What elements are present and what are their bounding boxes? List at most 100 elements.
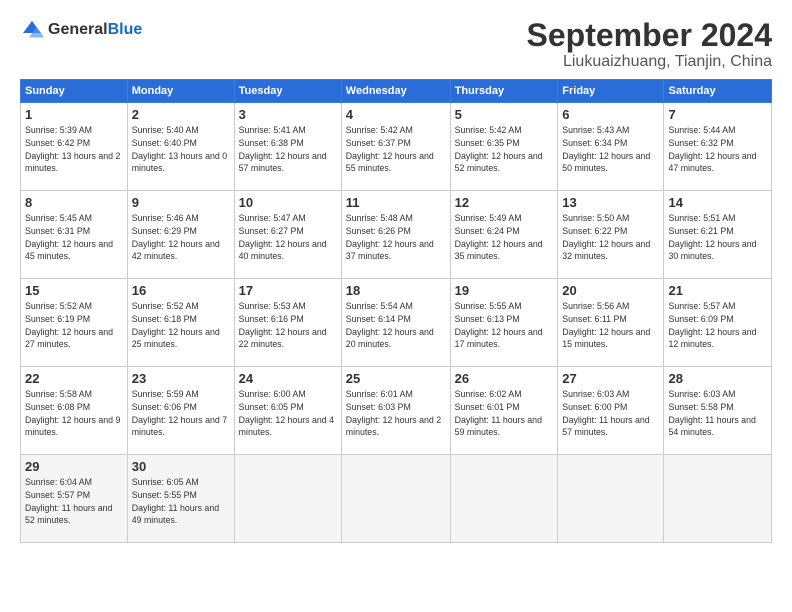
- day-info: Sunrise: 5:58 AMSunset: 6:08 PMDaylight:…: [25, 389, 120, 437]
- day-info: Sunrise: 5:48 AMSunset: 6:26 PMDaylight:…: [346, 213, 434, 261]
- day-number: 28: [668, 371, 767, 386]
- day-number: 18: [346, 283, 446, 298]
- day-number: 24: [239, 371, 337, 386]
- calendar-cell: [558, 455, 664, 543]
- day-number: 11: [346, 195, 446, 210]
- calendar-cell: 4Sunrise: 5:42 AMSunset: 6:37 PMDaylight…: [341, 103, 450, 191]
- calendar-cell: 21Sunrise: 5:57 AMSunset: 6:09 PMDayligh…: [664, 279, 772, 367]
- calendar-cell: 20Sunrise: 5:56 AMSunset: 6:11 PMDayligh…: [558, 279, 664, 367]
- calendar-cell: 28 Sunrise: 6:03 AMSunset: 5:58 PMDayligh…: [664, 367, 772, 455]
- day-number: 12: [455, 195, 554, 210]
- calendar-cell: [234, 455, 341, 543]
- logo: GeneralBlue: [20, 18, 142, 42]
- day-number: 6: [562, 107, 659, 122]
- day-info: Sunrise: 6:03 AMSunset: 6:00 PMDaylight:…: [562, 389, 649, 437]
- day-number: 30: [132, 459, 230, 474]
- day-number: 7: [668, 107, 767, 122]
- header-tuesday: Tuesday: [234, 80, 341, 103]
- calendar-cell: 12 Sunrise: 5:49 AMSunset: 6:24 PMDayligh…: [450, 191, 558, 279]
- calendar-week-row: 29 Sunrise: 6:04 AMSunset: 5:57 PMDayligh…: [21, 455, 772, 543]
- day-info: Sunrise: 5:46 AMSunset: 6:29 PMDaylight:…: [132, 213, 220, 261]
- day-number: 10: [239, 195, 337, 210]
- calendar-cell: 17 Sunrise: 5:53 AMSunset: 6:16 PMDayligh…: [234, 279, 341, 367]
- day-info: Sunrise: 5:43 AMSunset: 6:34 PMDaylight:…: [562, 125, 650, 173]
- calendar-cell: 10 Sunrise: 5:47 AMSunset: 6:27 PMDayligh…: [234, 191, 341, 279]
- calendar-week-row: 1 Sunrise: 5:39 AMSunset: 6:42 PMDaylight…: [21, 103, 772, 191]
- day-info: Sunrise: 6:01 AMSunset: 6:03 PMDaylight:…: [346, 389, 441, 437]
- calendar-cell: 7 Sunrise: 5:44 AMSunset: 6:32 PMDaylight…: [664, 103, 772, 191]
- day-info: Sunrise: 6:02 AMSunset: 6:01 PMDaylight:…: [455, 389, 542, 437]
- day-number: 22: [25, 371, 123, 386]
- day-number: 1: [25, 107, 123, 122]
- day-info: Sunrise: 5:49 AMSunset: 6:24 PMDaylight:…: [455, 213, 543, 261]
- day-info: Sunrise: 5:55 AMSunset: 6:13 PMDaylight:…: [455, 301, 543, 349]
- header-saturday: Saturday: [664, 80, 772, 103]
- day-number: 9: [132, 195, 230, 210]
- header: GeneralBlue September 2024 Liukuaizhuang…: [20, 18, 772, 71]
- calendar-cell: 3 Sunrise: 5:41 AMSunset: 6:38 PMDaylight…: [234, 103, 341, 191]
- day-number: 29: [25, 459, 123, 474]
- calendar-cell: 11 Sunrise: 5:48 AMSunset: 6:26 PMDayligh…: [341, 191, 450, 279]
- header-sunday: Sunday: [21, 80, 128, 103]
- day-info: Sunrise: 6:00 AMSunset: 6:05 PMDaylight:…: [239, 389, 334, 437]
- logo-general: General: [48, 21, 108, 38]
- calendar-cell: 23Sunrise: 5:59 AMSunset: 6:06 PMDayligh…: [127, 367, 234, 455]
- day-info: Sunrise: 5:51 AMSunset: 6:21 PMDaylight:…: [668, 213, 756, 261]
- header-thursday: Thursday: [450, 80, 558, 103]
- calendar-cell: 13Sunrise: 5:50 AMSunset: 6:22 PMDayligh…: [558, 191, 664, 279]
- day-info: Sunrise: 5:40 AMSunset: 6:40 PMDaylight:…: [132, 125, 227, 173]
- calendar-cell: 8Sunrise: 5:45 AMSunset: 6:31 PMDaylight…: [21, 191, 128, 279]
- calendar-cell: 15Sunrise: 5:52 AMSunset: 6:19 PMDayligh…: [21, 279, 128, 367]
- day-info: Sunrise: 5:53 AMSunset: 6:16 PMDaylight:…: [239, 301, 327, 349]
- day-number: 3: [239, 107, 337, 122]
- calendar-cell: 29 Sunrise: 6:04 AMSunset: 5:57 PMDayligh…: [21, 455, 128, 543]
- day-number: 17: [239, 283, 337, 298]
- day-number: 15: [25, 283, 123, 298]
- page: GeneralBlue September 2024 Liukuaizhuang…: [0, 0, 792, 612]
- calendar-cell: [450, 455, 558, 543]
- header-monday: Monday: [127, 80, 234, 103]
- day-info: Sunrise: 5:52 AMSunset: 6:18 PMDaylight:…: [132, 301, 220, 349]
- day-info: Sunrise: 5:47 AMSunset: 6:27 PMDaylight:…: [239, 213, 327, 261]
- day-number: 13: [562, 195, 659, 210]
- day-info: Sunrise: 6:04 AMSunset: 5:57 PMDaylight:…: [25, 477, 112, 525]
- calendar-week-row: 15Sunrise: 5:52 AMSunset: 6:19 PMDayligh…: [21, 279, 772, 367]
- day-number: 25: [346, 371, 446, 386]
- calendar-cell: 24 Sunrise: 6:00 AMSunset: 6:05 PMDayligh…: [234, 367, 341, 455]
- day-info: Sunrise: 6:05 AMSunset: 5:55 PMDaylight:…: [132, 477, 219, 525]
- calendar-cell: 6 Sunrise: 5:43 AMSunset: 6:34 PMDaylight…: [558, 103, 664, 191]
- calendar-week-row: 22 Sunrise: 5:58 AMSunset: 6:08 PMDayligh…: [21, 367, 772, 455]
- calendar-cell: [664, 455, 772, 543]
- day-info: Sunrise: 6:03 AMSunset: 5:58 PMDaylight:…: [668, 389, 755, 437]
- header-wednesday: Wednesday: [341, 80, 450, 103]
- day-number: 27: [562, 371, 659, 386]
- logo-icon: [20, 18, 44, 42]
- day-number: 2: [132, 107, 230, 122]
- day-info: Sunrise: 5:39 AMSunset: 6:42 PMDaylight:…: [25, 125, 120, 173]
- day-number: 5: [455, 107, 554, 122]
- calendar-cell: 19Sunrise: 5:55 AMSunset: 6:13 PMDayligh…: [450, 279, 558, 367]
- day-number: 21: [668, 283, 767, 298]
- calendar-cell: [341, 455, 450, 543]
- day-info: Sunrise: 5:56 AMSunset: 6:11 PMDaylight:…: [562, 301, 650, 349]
- logo-blue: Blue: [108, 21, 143, 38]
- day-info: Sunrise: 5:41 AMSunset: 6:38 PMDaylight:…: [239, 125, 327, 173]
- subtitle: Liukuaizhuang, Tianjin, China: [527, 53, 772, 71]
- calendar-cell: 9 Sunrise: 5:46 AMSunset: 6:29 PMDaylight…: [127, 191, 234, 279]
- day-info: Sunrise: 5:42 AMSunset: 6:35 PMDaylight:…: [455, 125, 543, 173]
- calendar-cell: 22 Sunrise: 5:58 AMSunset: 6:08 PMDayligh…: [21, 367, 128, 455]
- day-info: Sunrise: 5:42 AMSunset: 6:37 PMDaylight:…: [346, 125, 434, 173]
- calendar-header-row: Sunday Monday Tuesday Wednesday Thursday…: [21, 80, 772, 103]
- day-info: Sunrise: 5:44 AMSunset: 6:32 PMDaylight:…: [668, 125, 756, 173]
- day-info: Sunrise: 5:54 AMSunset: 6:14 PMDaylight:…: [346, 301, 434, 349]
- calendar-cell: 2 Sunrise: 5:40 AMSunset: 6:40 PMDaylight…: [127, 103, 234, 191]
- calendar-week-row: 8Sunrise: 5:45 AMSunset: 6:31 PMDaylight…: [21, 191, 772, 279]
- day-number: 14: [668, 195, 767, 210]
- title-block: September 2024 Liukuaizhuang, Tianjin, C…: [527, 18, 772, 71]
- calendar-cell: 25 Sunrise: 6:01 AMSunset: 6:03 PMDayligh…: [341, 367, 450, 455]
- calendar-cell: 30 Sunrise: 6:05 AMSunset: 5:55 PMDayligh…: [127, 455, 234, 543]
- day-info: Sunrise: 5:59 AMSunset: 6:06 PMDaylight:…: [132, 389, 227, 437]
- calendar-cell: 16Sunrise: 5:52 AMSunset: 6:18 PMDayligh…: [127, 279, 234, 367]
- main-title: September 2024: [527, 18, 772, 53]
- calendar-cell: 27 Sunrise: 6:03 AMSunset: 6:00 PMDayligh…: [558, 367, 664, 455]
